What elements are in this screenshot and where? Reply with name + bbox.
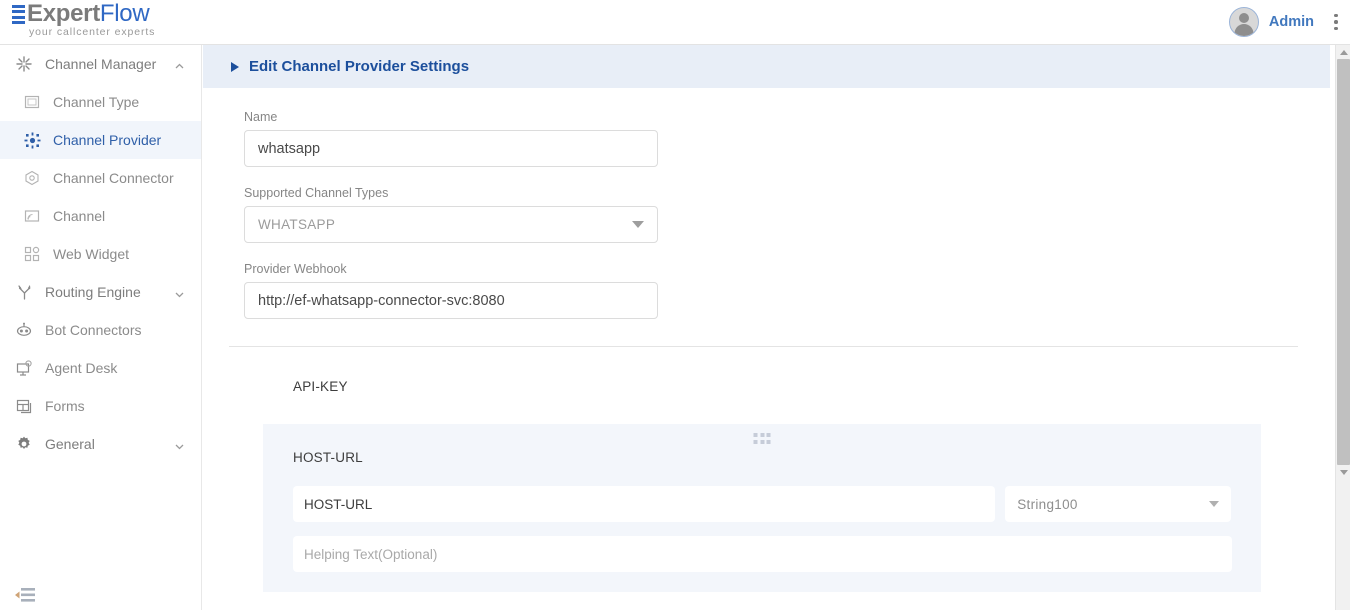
- sidebar-label: Agent Desk: [45, 360, 117, 376]
- forms-icon: [14, 396, 34, 416]
- field-name: Name: [244, 110, 1350, 167]
- logo-grid-icon: [12, 5, 25, 24]
- collapse-sidebar-icon[interactable]: [14, 586, 36, 604]
- provider-form: Name Supported Channel Types WHATSAPP Pr…: [203, 88, 1350, 319]
- attribute-panel-host-url: HOST-URL String100: [263, 424, 1261, 592]
- scroll-arrow-down-icon[interactable]: [1336, 465, 1350, 479]
- sidebar-item-channel-type[interactable]: Channel Type: [0, 83, 201, 121]
- web-widget-icon: [22, 244, 42, 264]
- sidebar-item-routing-engine[interactable]: Routing Engine: [0, 273, 201, 311]
- sidebar-item-channel-manager[interactable]: Channel Manager: [0, 45, 201, 83]
- triangle-right-icon[interactable]: [231, 62, 239, 72]
- general-gear-icon: [14, 434, 34, 454]
- attribute-helping-text-input[interactable]: [293, 536, 1232, 572]
- logo-text-expert: Expert: [27, 0, 100, 27]
- main-content: Edit Channel Provider Settings Name Supp…: [203, 45, 1350, 610]
- chevron-up-icon[interactable]: [174, 59, 185, 70]
- sidebar-label: Forms: [45, 398, 85, 414]
- sidebar-item-general[interactable]: General: [0, 425, 201, 463]
- sidebar-item-channel-connector[interactable]: Channel Connector: [0, 159, 201, 197]
- channel-type-icon: [22, 92, 42, 112]
- select-value: String100: [1017, 497, 1078, 512]
- channel-provider-icon: [22, 130, 42, 150]
- chevron-down-icon[interactable]: [174, 287, 185, 298]
- scroll-arrow-up-icon[interactable]: [1336, 45, 1350, 59]
- sidebar-item-channel[interactable]: Channel: [0, 197, 201, 235]
- page-title: Edit Channel Provider Settings: [249, 58, 469, 75]
- routing-engine-icon: [14, 282, 34, 302]
- supported-channel-types-select[interactable]: WHATSAPP: [244, 206, 658, 243]
- bot-connectors-icon: [14, 320, 34, 340]
- attribute-key-input[interactable]: [293, 486, 995, 522]
- sidebar-label: Routing Engine: [45, 284, 141, 300]
- sidebar-item-bot-connectors[interactable]: Bot Connectors: [0, 311, 201, 349]
- user-avatar-icon[interactable]: [1229, 7, 1259, 37]
- logo-wordmark: ExpertFlow: [27, 2, 155, 25]
- sidebar-item-channel-provider[interactable]: Channel Provider: [0, 121, 201, 159]
- provider-webhook-label: Provider Webhook: [244, 262, 1350, 276]
- sidebar-item-forms[interactable]: Forms: [0, 387, 201, 425]
- sidebar-label: Bot Connectors: [45, 322, 142, 338]
- chevron-down-icon[interactable]: [174, 439, 185, 450]
- top-bar: ExpertFlow your callcenter experts Admin: [0, 0, 1350, 45]
- logo-tagline: your callcenter experts: [29, 26, 155, 38]
- user-name-label[interactable]: Admin: [1269, 14, 1314, 30]
- sidebar-nav: Channel Manager Channel Type Channel Pro…: [0, 45, 202, 610]
- agent-desk-icon: [14, 358, 34, 378]
- field-supported-channel-types: Supported Channel Types WHATSAPP: [244, 186, 1350, 243]
- topbar-user-area: Admin: [1229, 7, 1338, 37]
- main-scrollbar[interactable]: [1335, 45, 1350, 610]
- caret-down-icon: [632, 221, 644, 228]
- sidebar-label: Channel Connector: [53, 170, 174, 186]
- kebab-menu-icon[interactable]: [1334, 14, 1338, 31]
- expertflow-logo[interactable]: ExpertFlow your callcenter experts: [12, 2, 155, 42]
- sidebar-item-web-widget[interactable]: Web Widget: [0, 235, 201, 273]
- field-provider-webhook: Provider Webhook: [244, 262, 1350, 319]
- sidebar-item-agent-desk[interactable]: Agent Desk: [0, 349, 201, 387]
- sidebar-label: Channel Manager: [45, 56, 156, 72]
- drag-handle-icon[interactable]: [754, 433, 771, 444]
- section-divider: [229, 346, 1298, 347]
- sidebar-label: Channel Type: [53, 94, 139, 110]
- attribute-type-select[interactable]: String100: [1005, 486, 1231, 522]
- sidebar-label: Channel: [53, 208, 105, 224]
- sidebar-label: Web Widget: [53, 246, 129, 262]
- caret-down-icon: [1209, 501, 1219, 507]
- channel-manager-icon: [14, 54, 34, 74]
- api-key-section-label: API-KEY: [293, 379, 1350, 394]
- name-input[interactable]: [244, 130, 658, 167]
- channel-icon: [22, 206, 42, 226]
- channel-connector-icon: [22, 168, 42, 188]
- attribute-title: HOST-URL: [293, 450, 1231, 465]
- provider-webhook-input[interactable]: [244, 282, 658, 319]
- attribute-row: String100: [293, 486, 1231, 522]
- sidebar-label: General: [45, 436, 95, 452]
- name-label: Name: [244, 110, 1350, 124]
- supported-channel-types-label: Supported Channel Types: [244, 186, 1350, 200]
- scrollbar-thumb[interactable]: [1337, 59, 1350, 465]
- sidebar-label: Channel Provider: [53, 132, 161, 148]
- panel-header[interactable]: Edit Channel Provider Settings: [203, 45, 1330, 88]
- logo-text-flow: Flow: [100, 0, 149, 27]
- select-value: WHATSAPP: [258, 217, 335, 232]
